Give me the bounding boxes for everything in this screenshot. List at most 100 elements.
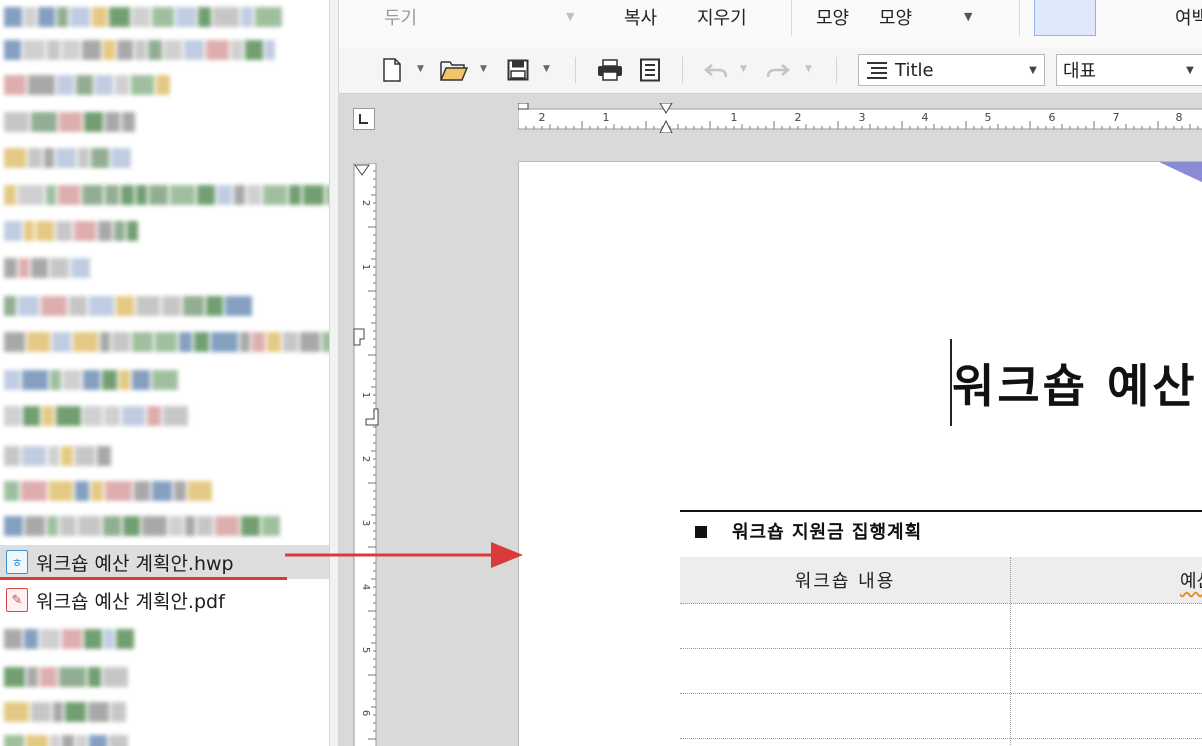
chevron-down-icon[interactable]: ▼ <box>543 64 550 74</box>
blurred-file-row <box>4 148 131 168</box>
blur-block <box>322 332 329 352</box>
table-row[interactable] <box>680 603 1202 604</box>
blur-block <box>26 735 48 746</box>
chevron-down-icon[interactable]: ▼ <box>480 64 487 74</box>
blur-block <box>149 185 168 205</box>
blur-block <box>303 185 324 205</box>
blur-block <box>24 221 34 241</box>
blur-block <box>184 40 204 60</box>
blur-block <box>4 296 16 316</box>
open-folder-button[interactable] <box>439 55 469 85</box>
blur-block <box>50 258 69 278</box>
print-button[interactable] <box>595 55 625 85</box>
blur-block <box>23 406 40 426</box>
ribbon-style-preview[interactable] <box>1034 0 1096 36</box>
print-preview-button[interactable] <box>635 55 665 85</box>
section-top-rule <box>680 510 1202 512</box>
redo-icon <box>766 64 790 78</box>
blur-block <box>152 481 172 501</box>
blur-block <box>4 40 21 60</box>
blur-block <box>206 40 229 60</box>
ruler-tick-label: 5 <box>985 111 992 124</box>
ruler-tick-label: 1 <box>731 111 738 124</box>
blur-block <box>300 332 320 352</box>
blur-block <box>135 40 146 60</box>
blur-block <box>48 446 59 466</box>
blur-block <box>73 332 98 352</box>
printer-icon <box>598 59 622 81</box>
annotation-arrow <box>285 542 523 568</box>
ribbon-erase-button[interactable]: 지우기 <box>697 4 747 30</box>
blur-block <box>25 516 45 536</box>
blur-block <box>98 221 112 241</box>
blur-block <box>102 370 117 390</box>
new-document-icon <box>383 58 401 82</box>
ribbon: 두기 ▼ 복사 지우기 모양 모양 ▼ 여백 <box>339 0 1202 49</box>
ribbon-char-shape-button[interactable]: 모양 <box>816 4 849 30</box>
blur-block <box>78 516 101 536</box>
chevron-down-icon[interactable]: ▼ <box>1179 55 1201 85</box>
blur-block <box>31 702 51 722</box>
section-title: 워크숍 지원금 집행계획 <box>732 522 923 543</box>
blur-block <box>83 370 100 390</box>
blur-block <box>112 332 130 352</box>
font-combo[interactable]: 대표 ▼ <box>1056 54 1202 86</box>
file-row-pdf[interactable]: ✎ 워크숍 예산 계획안.pdf <box>0 583 329 617</box>
ruler-tick-label: 1 <box>603 111 610 124</box>
undo-icon <box>704 64 728 78</box>
style-combo-value: Title <box>895 59 934 81</box>
ribbon-copy-button[interactable]: 복사 <box>624 4 657 30</box>
blur-block <box>263 185 287 205</box>
blur-block <box>75 481 89 501</box>
ribbon-margin-button[interactable]: 여백 <box>1175 4 1202 30</box>
ruler-tick-label: 6 <box>360 710 371 716</box>
hwp-file-icon: ㅎ <box>6 550 28 574</box>
blur-block <box>76 735 87 746</box>
blur-block <box>65 702 86 722</box>
blur-block <box>69 296 87 316</box>
blur-block <box>136 185 147 205</box>
horizontal-ruler[interactable]: 2 1 1 2 3 4 5 6 7 8 <box>518 103 1202 133</box>
blur-block <box>24 629 38 649</box>
blur-block <box>217 185 232 205</box>
blur-block <box>265 40 275 60</box>
table-row[interactable] <box>680 693 1202 694</box>
undo-button[interactable] <box>701 55 731 85</box>
ruler-toggle-button[interactable] <box>353 108 375 130</box>
save-button[interactable] <box>503 55 533 85</box>
blurred-file-row <box>4 75 170 95</box>
blur-block <box>27 332 50 352</box>
blur-block <box>31 258 48 278</box>
document-editor: 두기 ▼ 복사 지우기 모양 모양 ▼ 여백 ▼ ▼ ▼ ▼ ▼ Title ▼… <box>339 0 1202 746</box>
ruler-tick-label: 6 <box>1049 111 1056 124</box>
blur-block <box>225 296 252 316</box>
blur-block <box>74 221 96 241</box>
chevron-down-icon[interactable]: ▼ <box>417 64 424 74</box>
ruler-tick-label: 1 <box>360 392 371 398</box>
budget-plan-table[interactable]: 워크숍 내용 예산 <box>680 557 1202 746</box>
toolbar-separator <box>575 57 576 83</box>
blur-block <box>84 112 103 132</box>
new-document-button[interactable] <box>377 55 407 85</box>
table-row[interactable] <box>680 648 1202 649</box>
document-page[interactable]: 워크숍 예산 워크숍 지원금 집행계획 워크숍 내용 예산 <box>518 161 1202 746</box>
ribbon-item-dugi[interactable]: 두기 <box>384 4 417 30</box>
blur-block <box>169 516 183 536</box>
blur-block <box>4 406 21 426</box>
pane-divider[interactable] <box>329 0 339 746</box>
chevron-down-icon[interactable]: ▼ <box>566 10 574 23</box>
blur-block <box>185 516 195 536</box>
blur-block <box>62 40 80 60</box>
vertical-ruler[interactable]: 2 1 1 2 3 4 5 6 <box>352 163 382 746</box>
chevron-down-icon[interactable]: ▼ <box>1022 55 1044 85</box>
redo-button[interactable] <box>763 55 793 85</box>
file-row-hwp[interactable]: ㅎ 워크숍 예산 계획안.hwp <box>0 545 329 579</box>
style-combo[interactable]: Title ▼ <box>858 54 1045 86</box>
blur-block <box>198 7 211 27</box>
ribbon-para-shape-button[interactable]: 모양 <box>879 4 912 30</box>
table-row[interactable] <box>680 738 1202 739</box>
blur-block <box>47 516 58 536</box>
chevron-down-icon[interactable]: ▼ <box>964 10 972 23</box>
blur-block <box>57 7 68 27</box>
blurred-file-row <box>4 185 329 205</box>
